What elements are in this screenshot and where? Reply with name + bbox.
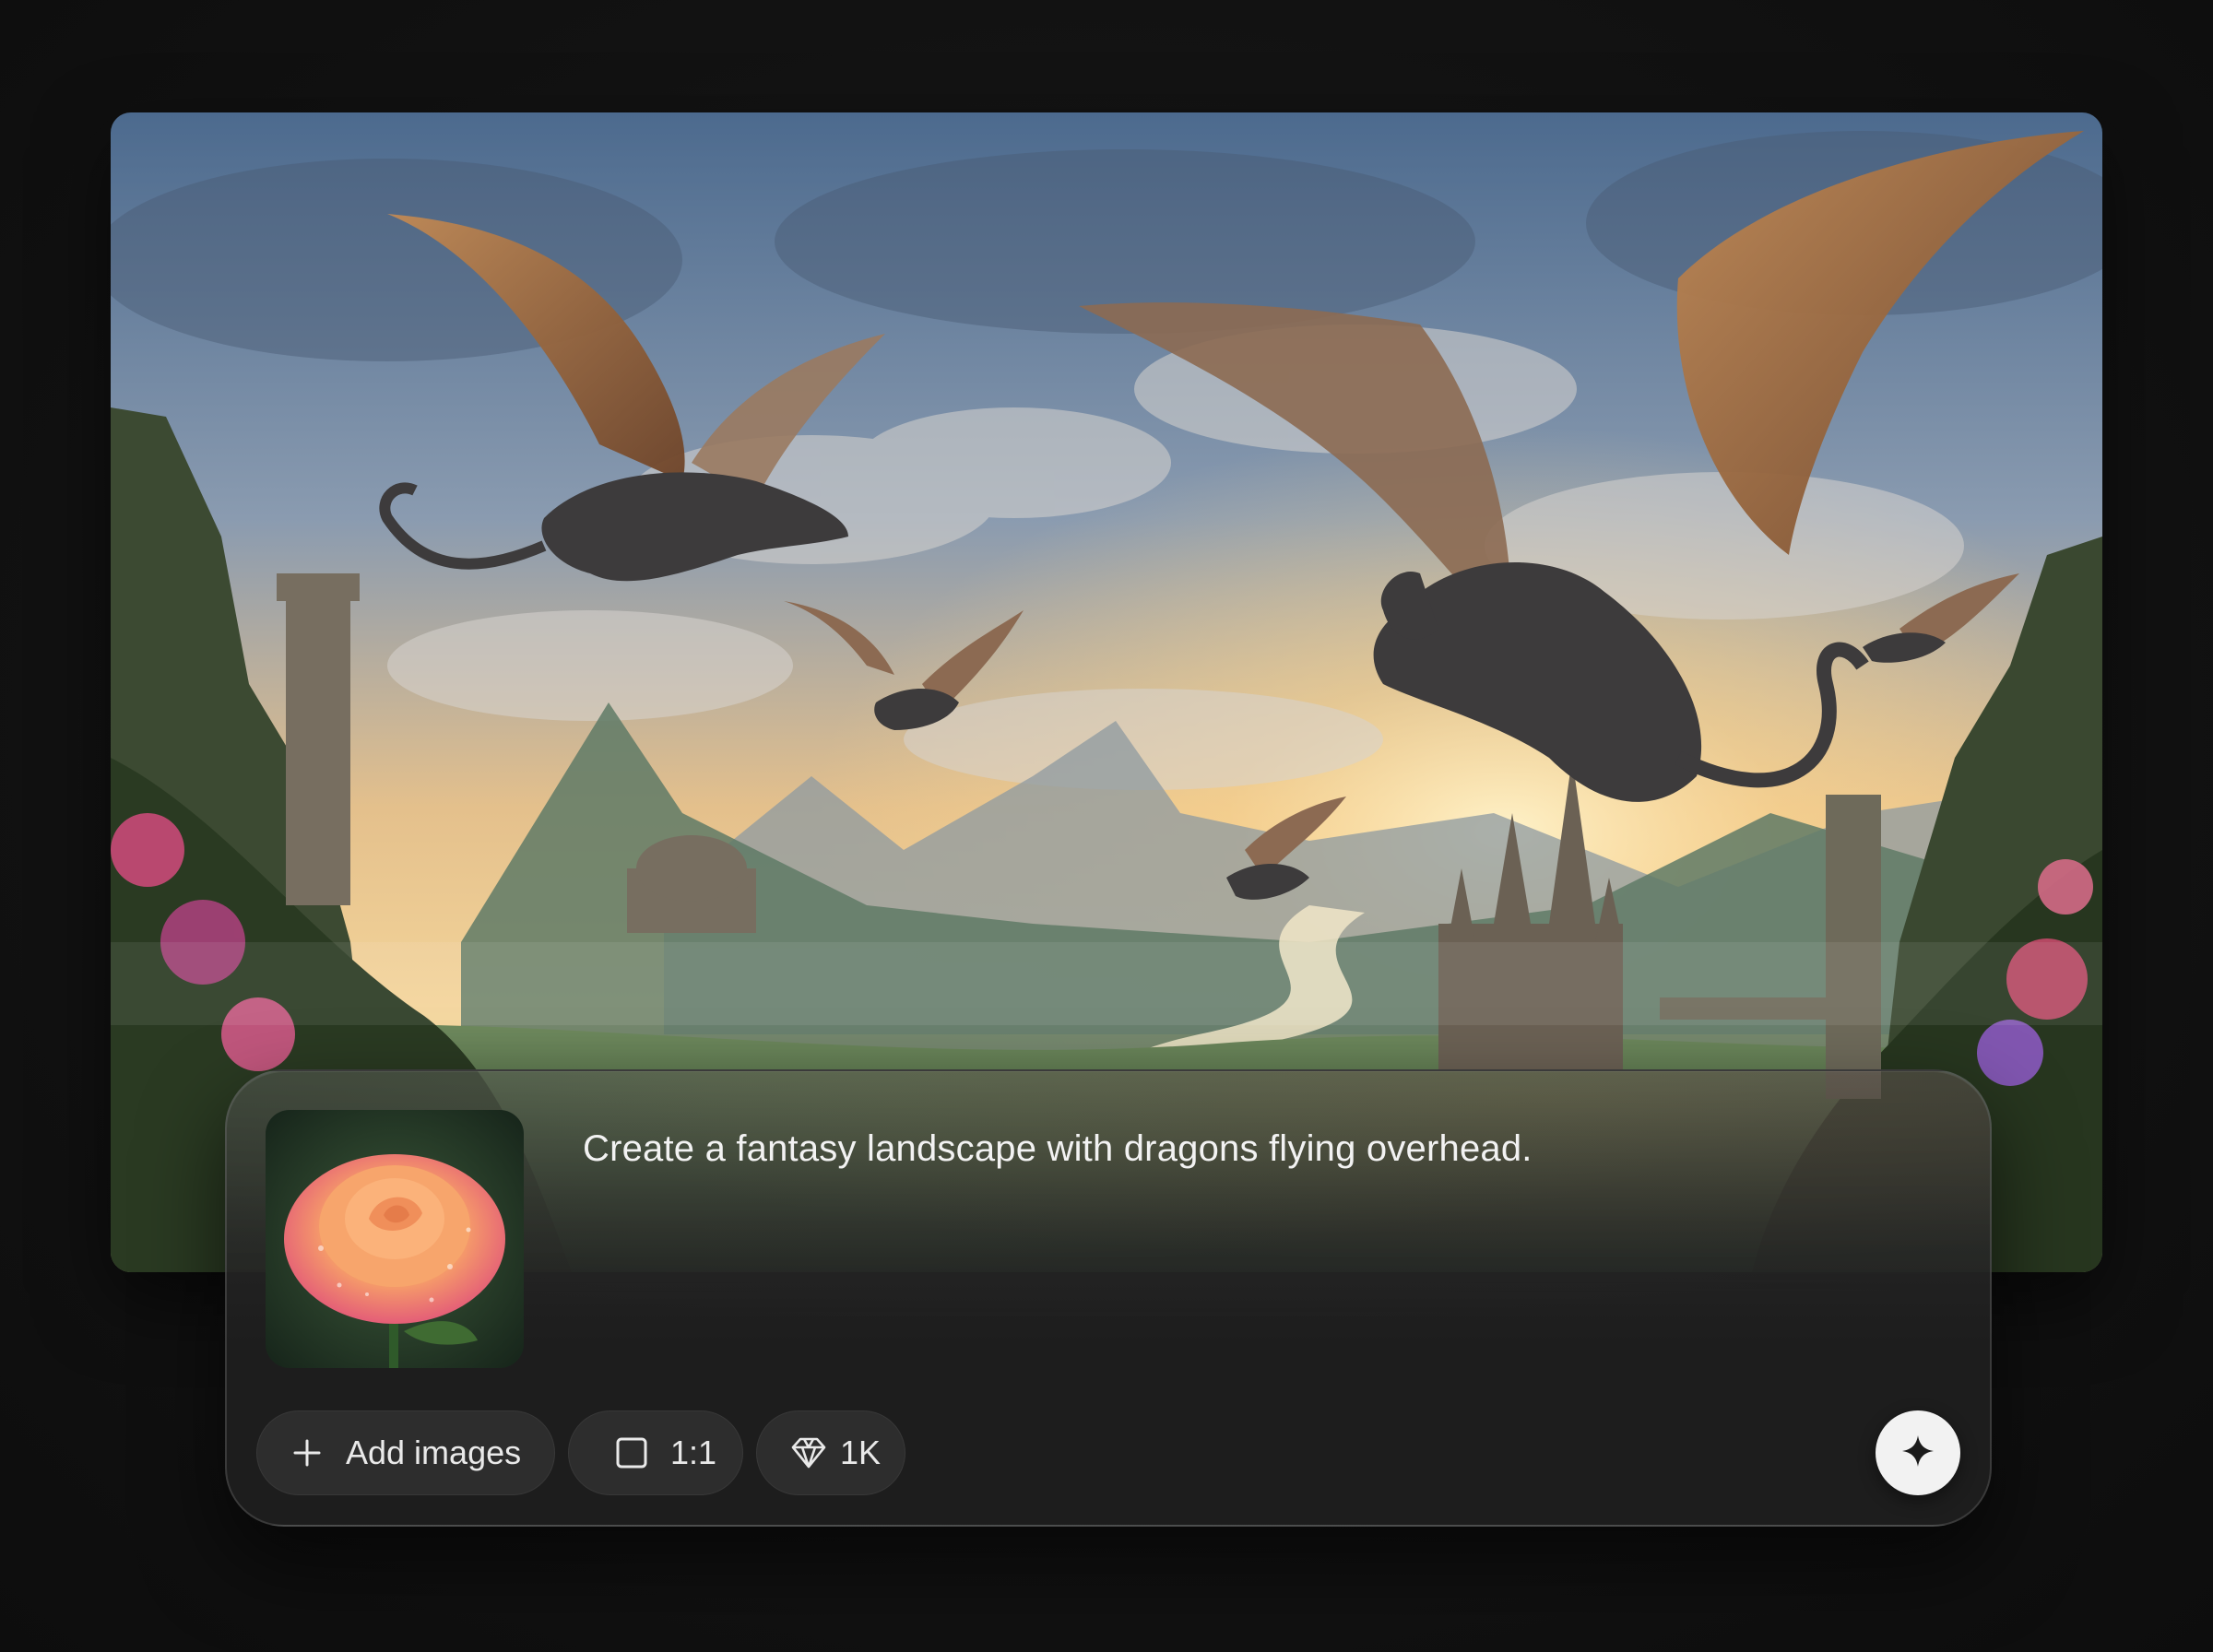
prompt-text[interactable]: Create a fantasy landscape with dragons … xyxy=(583,1125,1874,1173)
aspect-ratio-label: 1:1 xyxy=(670,1434,717,1471)
sparkle-icon xyxy=(1899,1433,1936,1474)
aspect-ratio-button[interactable]: 1:1 xyxy=(568,1410,743,1495)
reference-image-thumbnail[interactable] xyxy=(266,1110,524,1368)
add-images-label: Add images xyxy=(346,1434,522,1471)
generate-button[interactable] xyxy=(1876,1410,1960,1495)
prompt-composer: Create a fantasy landscape with dragons … xyxy=(225,1069,1992,1527)
add-images-button[interactable]: Add images xyxy=(256,1410,555,1495)
quality-label: 1K xyxy=(840,1434,882,1471)
quality-button[interactable]: 1K xyxy=(756,1410,905,1495)
rose-image xyxy=(266,1110,524,1368)
diamond-icon xyxy=(790,1434,827,1471)
app-stage: Create a fantasy landscape with dragons … xyxy=(0,0,2213,1652)
plus-icon xyxy=(289,1434,325,1471)
square-icon xyxy=(613,1434,650,1471)
